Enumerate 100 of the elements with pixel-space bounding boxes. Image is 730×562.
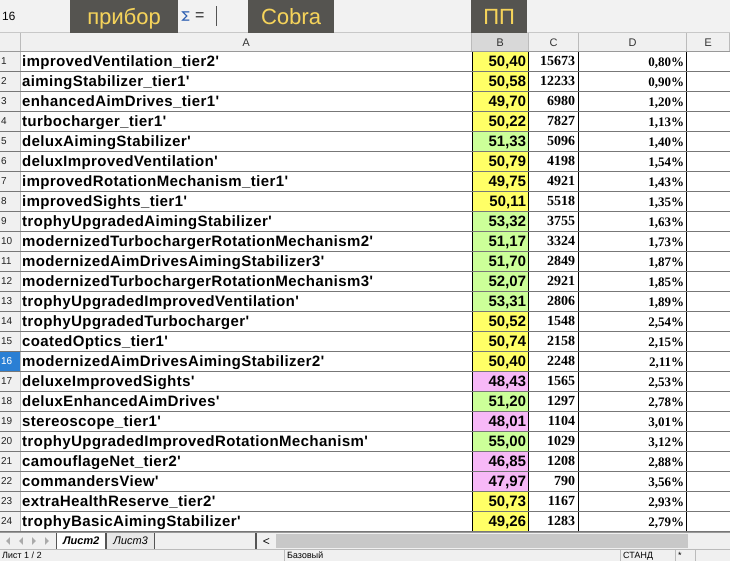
sheet-tab[interactable]: Лист3 — [106, 533, 155, 549]
equals-button[interactable]: = — [195, 4, 204, 28]
row-header[interactable]: 3 — [0, 92, 21, 111]
table-cell: 1167 — [529, 492, 579, 511]
sheet-tab[interactable]: Лист2 — [56, 533, 106, 549]
table-cell: 51,33 — [472, 132, 529, 151]
table-cell: 1104 — [529, 412, 579, 431]
table-cell-text: modernizedTurbochargerRotationMechanism2' — [21, 232, 374, 251]
table-cell: 53,32 — [472, 212, 529, 231]
table-cell: 3324 — [529, 232, 579, 251]
table-cell: 53,31 — [472, 292, 529, 311]
row-header[interactable]: 12 — [0, 272, 21, 291]
table-cell-text: deluxImprovedVentilation' — [21, 152, 220, 171]
row-header[interactable]: 18 — [0, 392, 21, 411]
table-cell: 1,13% — [579, 112, 687, 131]
row-header[interactable]: 13 — [0, 292, 21, 311]
table-cell: 6980 — [529, 92, 579, 111]
annotation-label: Cobra — [248, 0, 334, 33]
table-cell-text: modernizedAimDrivesAimingStabilizer2' — [21, 352, 326, 371]
table-cell: 1,63% — [579, 212, 687, 231]
table-cell: 1029 — [529, 432, 579, 451]
table-cell: 3755 — [529, 212, 579, 231]
table-cell-text: modernizedTurbochargerRotationMechanism3' — [21, 272, 374, 291]
table-cell-text: modernizedAimDrivesAimingStabilizer3' — [21, 252, 326, 271]
table-cell: 3,01% — [579, 412, 687, 431]
annotation-label: ПП — [471, 0, 527, 33]
scroll-left-button[interactable]: < — [256, 532, 276, 550]
table-cell: 49,70 — [472, 92, 529, 111]
table-cell: 49,75 — [472, 172, 529, 191]
row-header[interactable]: 20 — [0, 432, 21, 451]
table-cell: 51,17 — [472, 232, 529, 251]
row-header[interactable]: 22 — [0, 472, 21, 491]
table-cell-text: coatedOptics_tier1' — [21, 332, 170, 351]
table-cell-text: trophyBasicAimingStabilizer' — [21, 512, 242, 531]
table-cell: 15673 — [529, 52, 579, 71]
row-header[interactable]: 4 — [0, 112, 21, 131]
table-cell: 1,40% — [579, 132, 687, 151]
table-cell: 2,88% — [579, 452, 687, 471]
row-header[interactable]: 6 — [0, 152, 21, 171]
table-cell: 2,53% — [579, 372, 687, 391]
row-header[interactable]: 19 — [0, 412, 21, 431]
table-cell: 1208 — [529, 452, 579, 471]
table-cell: 51,20 — [472, 392, 529, 411]
table-cell: 50,11 — [472, 192, 529, 211]
table-cell: 2921 — [529, 272, 579, 291]
table-cell-text: trophyUpgradedAimingStabilizer' — [21, 212, 274, 231]
row-header[interactable]: 11 — [0, 252, 21, 271]
table-cell-text: deluxEnhancedAimDrives' — [21, 392, 221, 411]
table-cell: 48,01 — [472, 412, 529, 431]
row-header[interactable]: 5 — [0, 132, 21, 151]
row-header[interactable]: 16 — [0, 352, 21, 371]
table-cell-text: trophyUpgradedTurbocharger' — [21, 312, 250, 331]
table-cell-text: improvedSights_tier1' — [21, 192, 188, 211]
status-text: Лист 1 / 2 — [0, 550, 285, 561]
table-cell: 2,54% — [579, 312, 687, 331]
table-cell-text: improvedRotationMechanism_tier1' — [21, 172, 290, 191]
row-header[interactable]: 8 — [0, 192, 21, 211]
table-cell: 7827 — [529, 112, 579, 131]
table-cell-text: stereoscope_tier1' — [21, 412, 162, 431]
row-header[interactable]: 10 — [0, 232, 21, 251]
annotation-label: прибор — [70, 0, 178, 33]
row-header[interactable]: 24 — [0, 512, 21, 531]
table-cell: 5518 — [529, 192, 579, 211]
table-cell: 50,73 — [472, 492, 529, 511]
table-cell: 47,97 — [472, 472, 529, 491]
table-cell-text: camouflageNet_tier2' — [21, 452, 182, 471]
table-cell: 2806 — [529, 292, 579, 311]
table-cell: 2,78% — [579, 392, 687, 411]
row-header[interactable]: 9 — [0, 212, 21, 231]
column-header[interactable]: E — [687, 33, 730, 51]
status-text: * — [676, 550, 696, 561]
table-cell: 2158 — [529, 332, 579, 351]
table-cell: 50,79 — [472, 152, 529, 171]
row-header[interactable]: 23 — [0, 492, 21, 511]
column-header[interactable]: B — [472, 33, 529, 51]
table-cell: 2,11% — [579, 352, 687, 371]
row-header[interactable]: 7 — [0, 172, 21, 191]
column-header[interactable]: D — [579, 33, 687, 51]
table-cell: 50,58 — [472, 72, 529, 91]
table-cell: 0,80% — [579, 52, 687, 71]
name-box[interactable]: 16 — [0, 7, 60, 25]
table-cell: 50,52 — [472, 312, 529, 331]
table-cell: 1,35% — [579, 192, 687, 211]
column-header[interactable]: C — [529, 33, 579, 51]
table-cell-text: deluxAimingStabilizer' — [21, 132, 192, 151]
row-header[interactable]: 1 — [0, 52, 21, 71]
table-cell: 2,79% — [579, 512, 687, 531]
table-cell-text: extraHealthReserve_tier2' — [21, 492, 217, 511]
table-cell: 49,26 — [472, 512, 529, 531]
table-cell: 1,87% — [579, 252, 687, 271]
table-cell: 1565 — [529, 372, 579, 391]
table-cell: 3,12% — [579, 432, 687, 451]
table-cell: 1297 — [529, 392, 579, 411]
row-header[interactable]: 14 — [0, 312, 21, 331]
row-header[interactable]: 2 — [0, 72, 21, 91]
row-header[interactable]: 17 — [0, 372, 21, 391]
table-cell: 50,22 — [472, 112, 529, 131]
table-cell-text: turbocharger_tier1' — [21, 112, 168, 131]
row-header[interactable]: 21 — [0, 452, 21, 471]
row-header[interactable]: 15 — [0, 332, 21, 351]
